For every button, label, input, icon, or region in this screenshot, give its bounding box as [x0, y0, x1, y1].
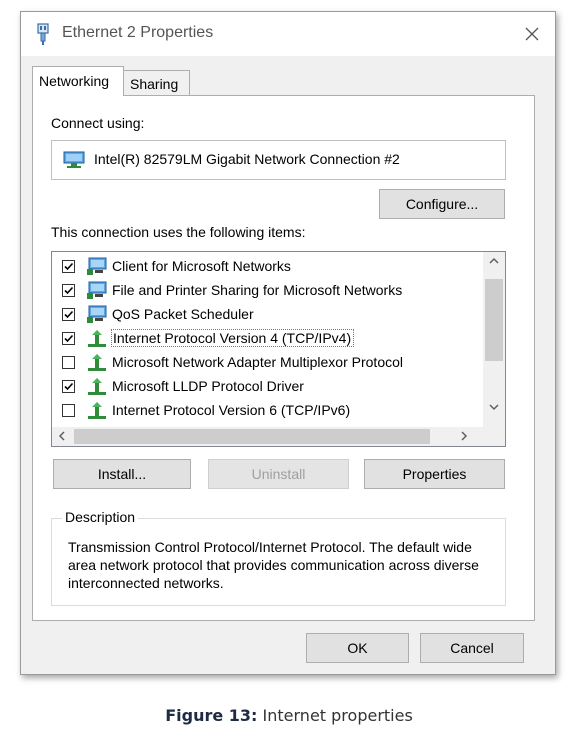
network-client-icon [86, 257, 108, 277]
ok-button[interactable]: OK [306, 633, 409, 663]
item-label: QoS Packet Scheduler [112, 306, 254, 322]
checkmark-icon [64, 334, 74, 343]
ok-label: OK [347, 640, 368, 656]
checkbox[interactable] [62, 308, 75, 321]
install-label: Install... [97, 466, 147, 482]
vertical-scrollbar[interactable] [483, 252, 505, 428]
uninstall-label: Uninstall [251, 466, 306, 482]
scroll-up-icon[interactable] [489, 256, 499, 268]
properties-button[interactable]: Properties [364, 459, 505, 489]
cancel-button[interactable]: Cancel [420, 633, 524, 663]
checkmark-icon [64, 286, 74, 295]
window-title: Ethernet 2 Properties [62, 24, 214, 41]
network-service-icon [86, 281, 108, 301]
network-service-icon [86, 305, 108, 325]
tab-networking[interactable]: Networking [32, 66, 124, 96]
description-group: Description Transmission Control Protoco… [51, 509, 506, 606]
vertical-scroll-thumb[interactable] [485, 279, 503, 361]
ethernet-adapter-icon [35, 23, 51, 45]
figure-text: Internet properties [262, 706, 413, 725]
checkbox[interactable] [62, 404, 75, 417]
list-item[interactable]: QoS Packet Scheduler [52, 303, 477, 327]
close-icon [525, 27, 539, 41]
adapter-field: Intel(R) 82579LM Gigabit Network Connect… [51, 140, 506, 180]
checkbox[interactable] [62, 284, 75, 297]
uninstall-button[interactable]: Uninstall [208, 459, 349, 489]
items-label: This connection uses the following items… [51, 224, 306, 240]
figure-number: Figure 13: [165, 706, 258, 725]
item-label: Internet Protocol Version 4 (TCP/IPv4) [111, 329, 355, 347]
scroll-right-icon[interactable] [460, 431, 468, 444]
title-bar: Ethernet 2 Properties [21, 12, 555, 56]
checkmark-icon [64, 382, 74, 391]
tab-sharing[interactable]: Sharing [124, 70, 190, 96]
network-adapter-icon [63, 151, 85, 169]
figure-caption: Figure 13: Internet properties [0, 706, 578, 725]
properties-label: Properties [402, 466, 467, 482]
networking-panel: Connect using: Intel(R) 82579LM Gigabit … [32, 95, 535, 621]
checkmark-icon [64, 310, 74, 319]
checkmark-icon [64, 262, 74, 271]
item-label: Microsoft LLDP Protocol Driver [112, 378, 304, 394]
protocol-icon [86, 377, 108, 397]
scroll-down-icon[interactable] [489, 402, 499, 414]
install-button[interactable]: Install... [53, 459, 191, 489]
checkbox[interactable] [62, 356, 75, 369]
protocol-icon [86, 329, 108, 349]
list-item[interactable]: Microsoft LLDP Protocol Driver [52, 375, 477, 399]
list-item-selected[interactable]: Internet Protocol Version 4 (TCP/IPv4) [52, 327, 477, 351]
item-label: Internet Protocol Version 6 (TCP/IPv6) [112, 402, 351, 418]
item-label: Client for Microsoft Networks [112, 258, 291, 274]
cancel-label: Cancel [450, 640, 494, 656]
horizontal-scrollbar[interactable] [52, 427, 505, 446]
item-label: Microsoft Network Adapter Multiplexor Pr… [112, 354, 403, 370]
horizontal-scroll-thumb[interactable] [74, 429, 430, 444]
description-title: Description [62, 509, 139, 525]
items-list[interactable]: Client for Microsoft Networks File and P… [51, 251, 506, 447]
close-button[interactable] [509, 12, 555, 56]
configure-button[interactable]: Configure... [379, 189, 505, 219]
protocol-icon [86, 353, 108, 373]
item-label: File and Printer Sharing for Microsoft N… [112, 282, 403, 298]
checkbox[interactable] [62, 380, 75, 393]
configure-label: Configure... [405, 196, 479, 212]
list-item[interactable]: Client for Microsoft Networks [52, 255, 477, 279]
list-item[interactable]: Microsoft Network Adapter Multiplexor Pr… [52, 351, 477, 375]
properties-dialog: Ethernet 2 Properties Networking Sharing… [20, 11, 556, 675]
adapter-name: Intel(R) 82579LM Gigabit Network Connect… [94, 151, 400, 167]
list-item[interactable]: File and Printer Sharing for Microsoft N… [52, 279, 477, 303]
scroll-left-icon[interactable] [58, 431, 66, 444]
checkbox[interactable] [62, 260, 75, 273]
list-item[interactable]: Internet Protocol Version 6 (TCP/IPv6) [52, 399, 477, 423]
protocol-icon [86, 401, 108, 421]
checkbox[interactable] [62, 332, 75, 345]
description-text: Transmission Control Protocol/Internet P… [68, 539, 479, 591]
connect-using-label: Connect using: [51, 115, 145, 131]
